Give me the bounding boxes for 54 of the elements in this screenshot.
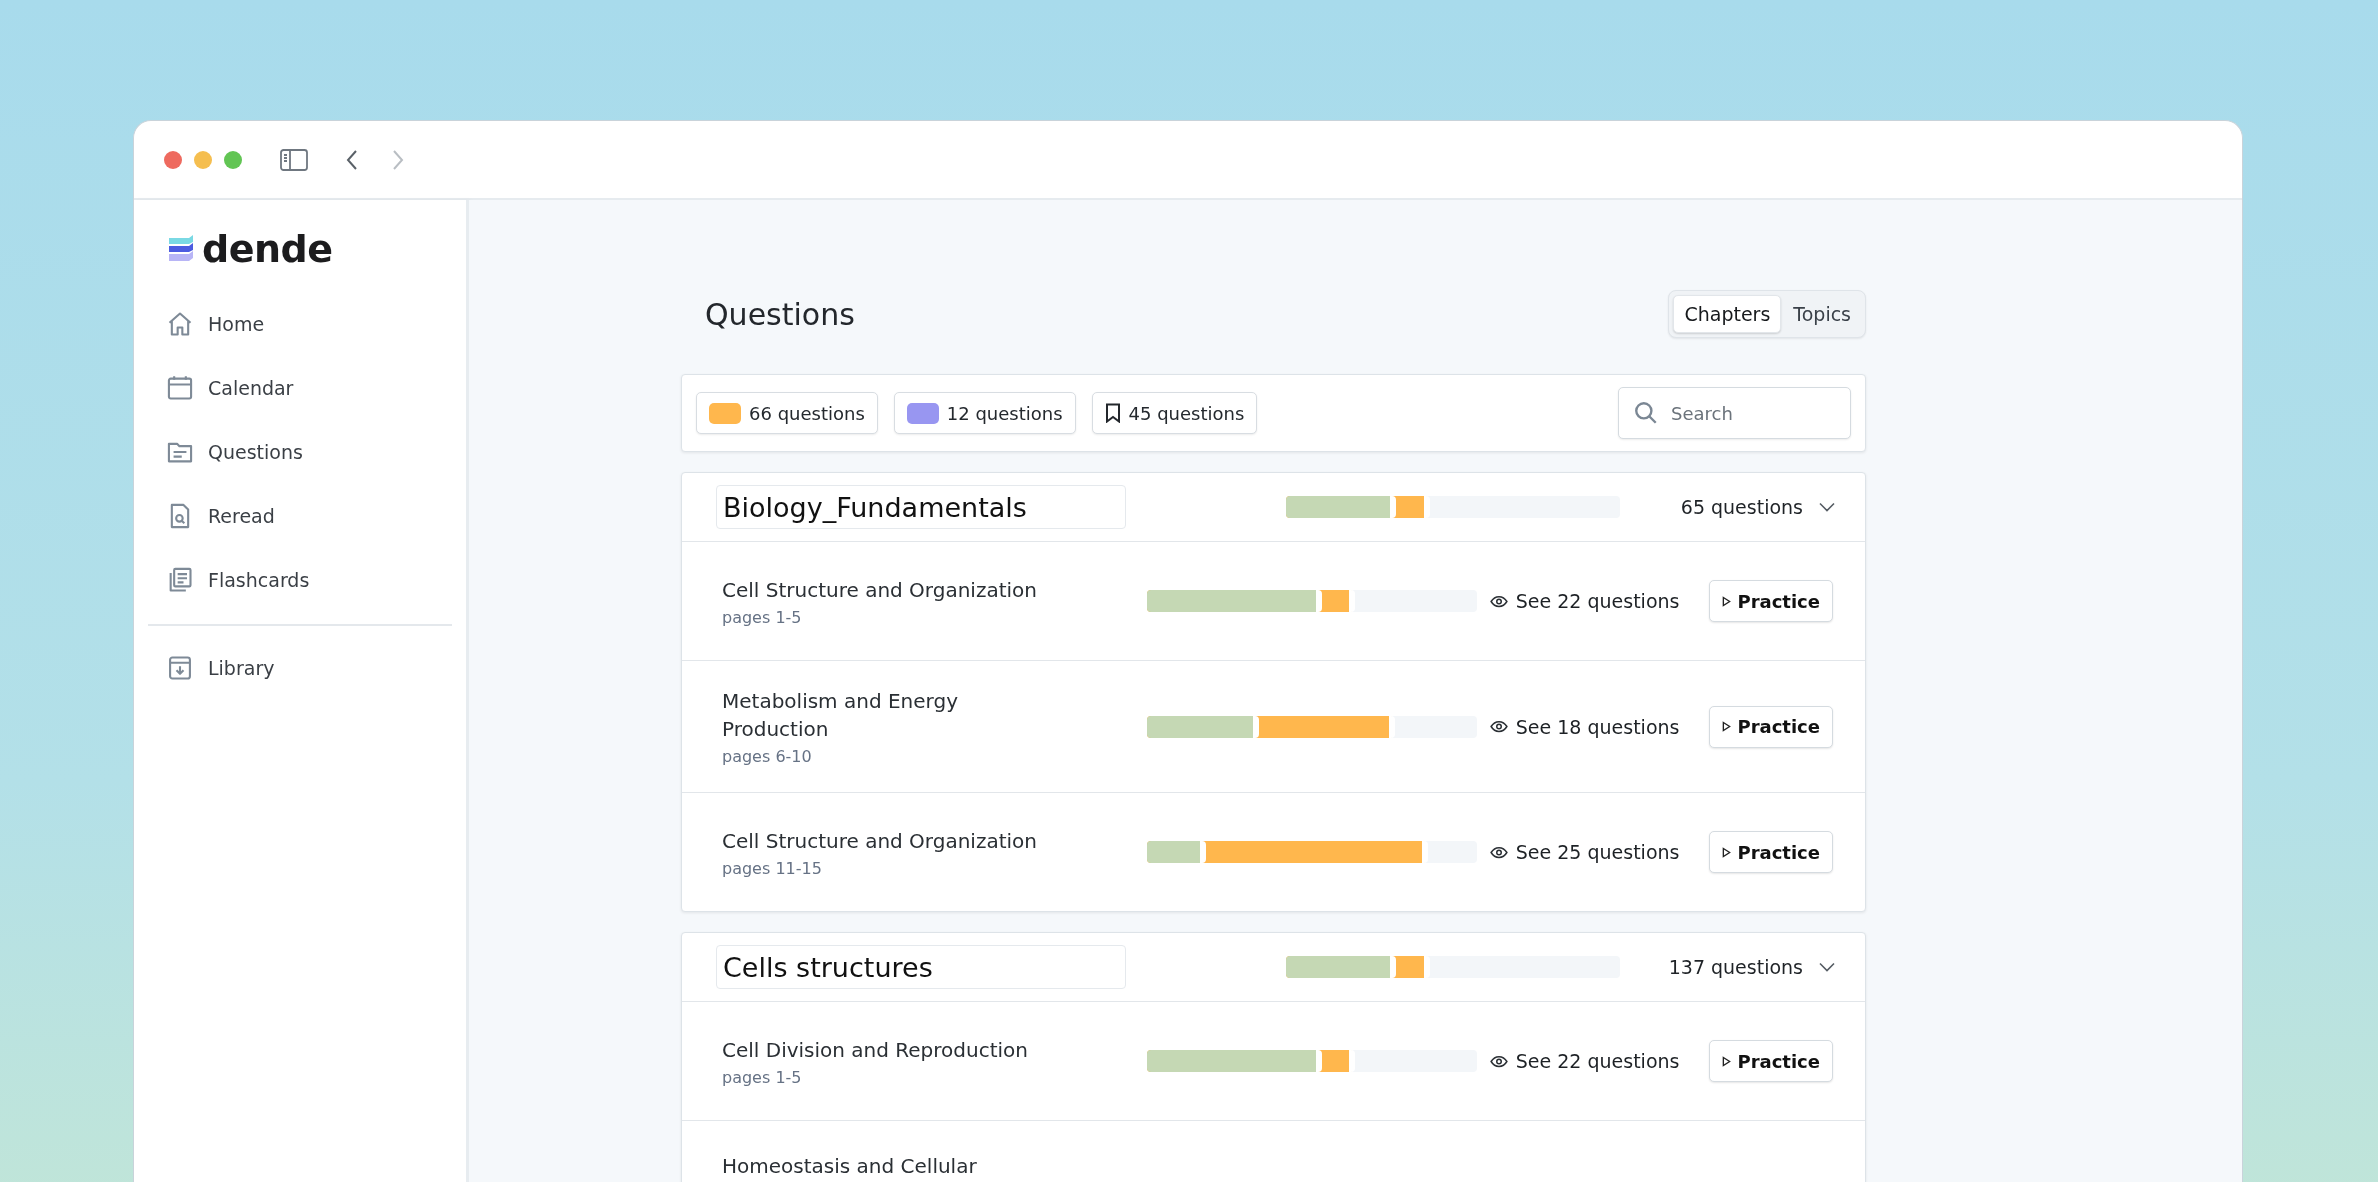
play-icon [1722,846,1732,858]
practice-button[interactable]: Practice [1709,705,1833,748]
search-field[interactable]: Search [1618,387,1851,439]
section-title: Homeostasis and Cellular [722,1153,978,1180]
practice-button[interactable]: Practice [1709,831,1833,873]
view-tab[interactable]: Topics [1783,295,1861,333]
chevron-icon[interactable] [1819,962,1835,972]
question-count: 65 questions [1680,496,1803,518]
nav-item[interactable]: Home [148,292,452,356]
nav-item[interactable]: Questions [148,420,452,484]
sidebar-toggle-icon[interactable] [280,148,308,171]
eye-icon [1489,845,1508,859]
chapter-title-field[interactable]: Cells structures [716,945,1126,989]
section-title: Cell Division and Reproduction [722,1036,1029,1064]
play-icon [1722,721,1732,732]
eye-icon [1489,594,1508,608]
filter-chip[interactable]: 66 questions [696,392,878,434]
chapter-title-field[interactable]: Biology_Fundamentals [716,485,1126,529]
eye-icon [1489,1054,1508,1068]
close-button[interactable] [164,150,182,169]
section-title: Cell Structure and Organization [722,827,1038,855]
practice-button[interactable]: Practice [1709,1040,1833,1082]
nav-item[interactable]: Library [148,636,452,700]
back-icon[interactable] [346,148,358,171]
filter-chip[interactable]: 45 questions [1091,392,1258,434]
see-questions-link[interactable]: See 22 questions [1489,1050,1680,1072]
see-questions-link[interactable]: See 18 questions [1489,715,1680,738]
home-icon [166,310,194,338]
practice-button[interactable]: Practice [1709,580,1833,622]
logo-icon [166,234,196,264]
page-range: pages 6-10 [722,747,813,766]
page-range: pages 11-15 [722,858,823,878]
nav-item[interactable]: Reread [148,484,452,548]
page-title: Questions [705,296,855,332]
page-range: pages 1-5 [722,1067,803,1087]
filter-chip[interactable]: 12 questions [893,392,1076,434]
question-count: 137 questions [1668,956,1803,978]
view-tab[interactable]: Chapters [1673,295,1782,333]
eye-icon [1489,720,1508,733]
nav-item[interactable]: Flashcards [148,548,452,612]
section-title: Cell Structure and Organization [722,576,1038,604]
calendar-icon [166,374,194,402]
see-questions-link[interactable]: See 22 questions [1489,590,1680,612]
archive-icon [166,654,194,682]
play-icon [1722,1055,1732,1067]
bookmark-icon [1104,403,1121,423]
nav-item[interactable]: Calendar [148,356,452,420]
section-title: Metabolism and Energy Production [722,688,959,743]
see-questions-link[interactable]: See 25 questions [1489,841,1680,863]
search-icon [1633,400,1659,426]
play-icon [1722,595,1732,607]
chevron-icon[interactable] [1819,502,1835,512]
logo-text: dende [202,230,333,268]
page-range: pages 1-5 [722,607,803,627]
